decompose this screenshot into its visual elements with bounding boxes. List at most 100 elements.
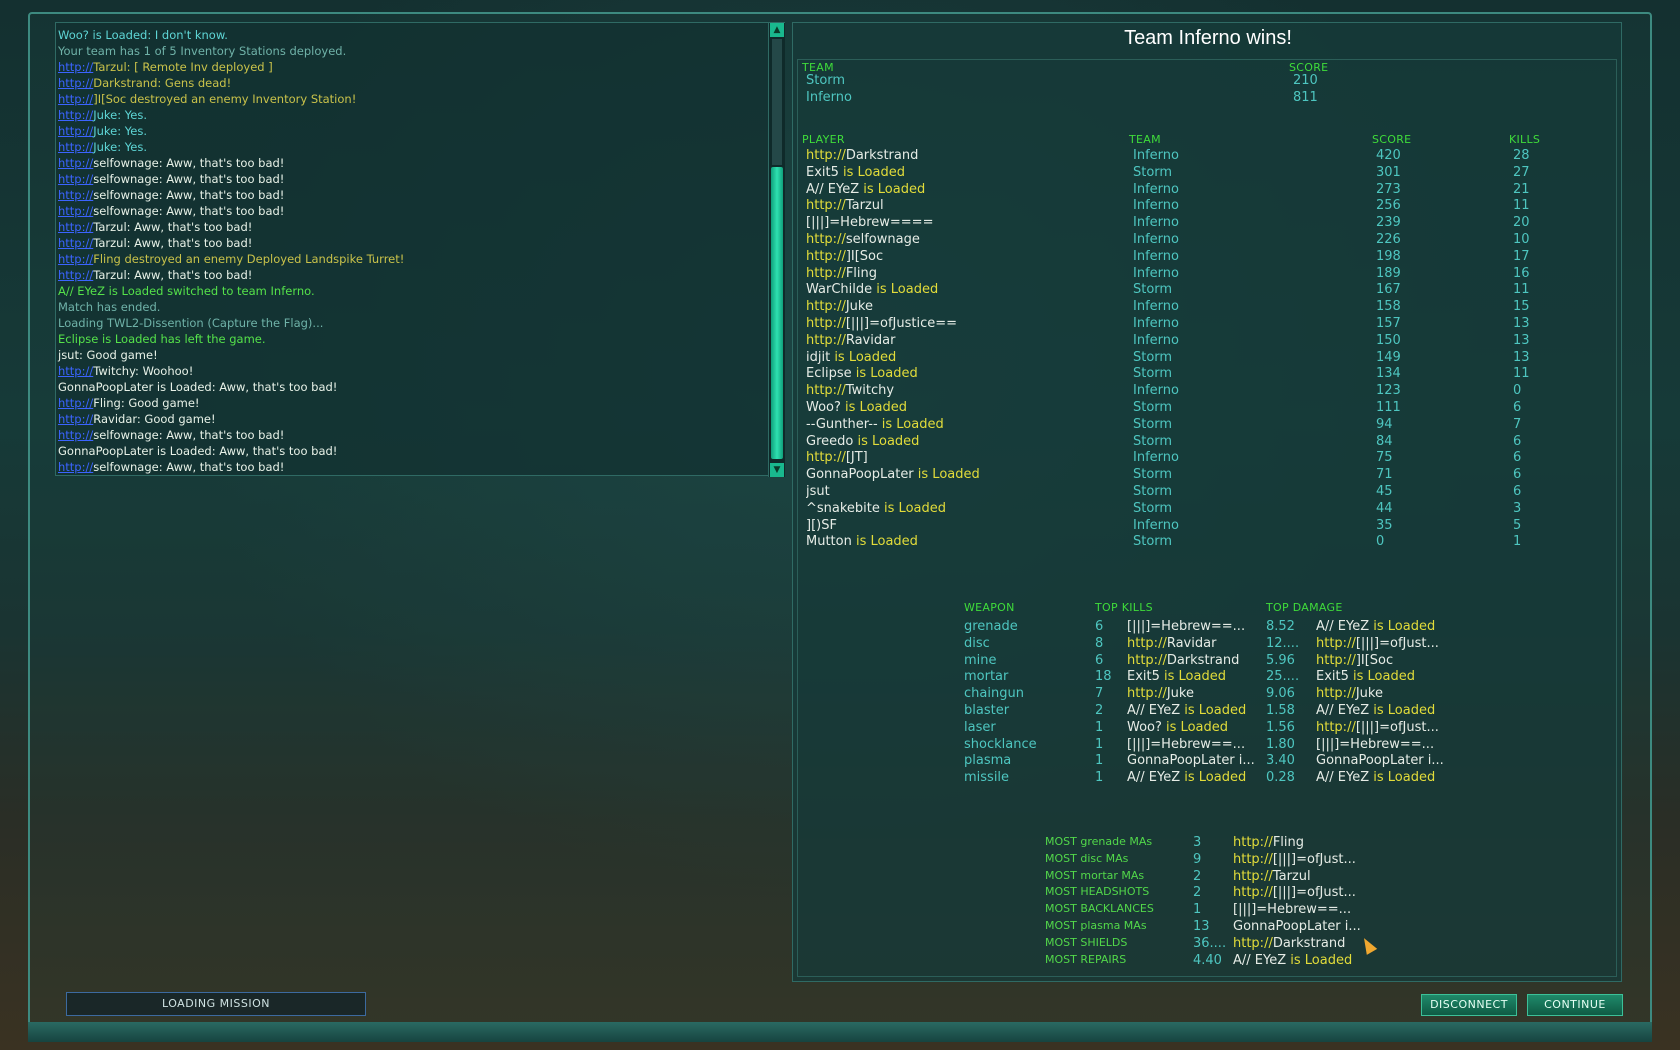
chat-line: http://selfownage: Aww, that's too bad!	[58, 171, 768, 187]
player-name-suffix: is Loaded	[877, 416, 944, 432]
player-name: GonnaPoopLater is Loaded	[806, 467, 1126, 482]
weapon-name: blaster	[964, 703, 1010, 718]
player-name-name: ^snakebite	[806, 500, 880, 516]
chat-line-prefix-link[interactable]: http://	[58, 108, 93, 122]
player-score: 75	[1376, 450, 1393, 466]
chat-line-text: Tarzul: Aww, that's too bad!	[93, 220, 253, 234]
chat-line: http://selfownage: Aww, that's too bad!	[58, 459, 768, 475]
continue-button[interactable]: CONTINUE	[1527, 994, 1623, 1016]
weapon-top-kills-count: 1	[1095, 736, 1104, 752]
top-kills-header: TOP KILLS	[1095, 601, 1153, 614]
chat-line-prefix-link[interactable]: http://	[58, 236, 93, 250]
weapon-top-killer-suffix: is Loaded	[1161, 719, 1228, 735]
chat-line-prefix-link[interactable]: http://	[58, 428, 93, 442]
award-value: 13	[1193, 919, 1210, 934]
chat-line: http://selfownage: Aww, that's too bad!	[58, 187, 768, 203]
player-name: http://Juke	[806, 299, 1126, 314]
player-team: Inferno	[1133, 148, 1179, 163]
player-name-prefix: http://	[806, 148, 846, 163]
chat-line-prefix-link[interactable]: http://	[58, 140, 93, 154]
weapon-top-killer-suffix: is Loaded	[1180, 703, 1247, 718]
chat-line: http://selfownage: Aww, that's too bad!	[58, 155, 768, 171]
player-kills-header: KILLS	[1509, 133, 1541, 146]
player-name-name: --Gunther--	[806, 416, 878, 432]
player-team: Storm	[1133, 500, 1173, 516]
chat-line-text: Your team has 1 of 5 Inventory Stations …	[58, 44, 347, 58]
chat-line: GonnaPoopLater is Loaded: Aww, that's to…	[58, 443, 768, 459]
chat-line-prefix-link[interactable]: http://	[58, 252, 93, 266]
weapon-top-damager-name: [|||]=ofJust...	[1355, 635, 1439, 651]
player-team: Inferno	[1133, 248, 1179, 264]
weapon-top-killer: GonnaPoopLater i...	[1127, 753, 1263, 768]
chat-line-prefix-link[interactable]: http://	[58, 412, 93, 426]
chat-scrollbar[interactable]: ▲ ▼	[768, 23, 785, 477]
window-frame-bottom	[28, 1022, 1652, 1042]
weapon-top-damager: [|||]=Hebrew==...	[1316, 737, 1456, 752]
player-name-name: jsut	[806, 484, 830, 499]
chat-line-prefix-link[interactable]: http://	[58, 204, 93, 218]
player-kills: 13	[1513, 316, 1530, 331]
weapon-top-killer-name: A// EYeZ	[1127, 770, 1181, 786]
player-name: --Gunther-- is Loaded	[806, 417, 1126, 432]
chat-line-text: selfownage: Aww, that's too bad!	[93, 460, 285, 474]
weapon-top-damager: A// EYeZ is Loaded	[1316, 770, 1456, 785]
player-kills: 6	[1513, 484, 1522, 499]
chat-line-prefix-link[interactable]: http://	[58, 156, 93, 170]
chat-line-prefix-link[interactable]: http://	[58, 220, 93, 234]
player-name: http://[|||]=ofJustice==	[806, 316, 1126, 331]
chat-line-prefix-link[interactable]: http://	[58, 172, 93, 186]
scroll-up-arrow-icon[interactable]: ▲	[770, 23, 784, 37]
award-label: MOST grenade MAs	[1045, 835, 1153, 848]
chat-line-prefix-link[interactable]: http://	[58, 268, 93, 282]
player-team-header: TEAM	[1129, 133, 1161, 146]
chat-log: Woo? is Loaded: I don't know. Your team h…	[58, 27, 768, 475]
player-name-name: Mutton	[806, 534, 852, 550]
award-label: MOST plasma MAs	[1045, 919, 1147, 932]
scroll-down-arrow-icon[interactable]: ▼	[770, 463, 784, 477]
player-score: 111	[1376, 400, 1401, 415]
player-kills: 5	[1513, 517, 1522, 533]
weapon-top-killer-name: Juke	[1166, 686, 1194, 702]
chat-line-prefix-link[interactable]: http://	[58, 92, 93, 106]
award-winner-name: Darkstrand	[1272, 935, 1346, 951]
player-name-prefix: http://	[806, 265, 846, 281]
player-name-name: Juke	[845, 299, 873, 315]
weapon-name: grenade	[964, 619, 1018, 634]
weapon-top-damage-value: 12....	[1266, 635, 1300, 651]
scrollbar-track[interactable]	[772, 39, 782, 165]
disconnect-button[interactable]: DISCONNECT	[1421, 994, 1517, 1016]
weapon-name: laser	[964, 719, 996, 735]
chat-line-prefix-link[interactable]: http://	[58, 60, 93, 74]
chat-line-prefix-link[interactable]: http://	[58, 364, 93, 378]
player-name: A// EYeZ is Loaded	[806, 182, 1126, 197]
player-score: 94	[1376, 416, 1393, 432]
player-name: http://selfownage	[806, 232, 1126, 247]
weapon-top-killer: A// EYeZ is Loaded	[1127, 703, 1263, 718]
scrollbar-thumb[interactable]	[771, 167, 783, 459]
chat-line-prefix-link[interactable]: http://	[58, 396, 93, 410]
weapon-top-damager-prefix: http://	[1316, 635, 1356, 651]
chat-line-prefix-link[interactable]: http://	[58, 124, 93, 138]
chat-line: GonnaPoopLater is Loaded: Aww, that's to…	[58, 379, 768, 395]
player-team: Storm	[1133, 484, 1173, 499]
team-name: Storm	[806, 73, 846, 88]
player-score: 44	[1376, 500, 1393, 516]
chat-line-prefix-link[interactable]: http://	[58, 460, 93, 474]
weapon-top-killer-name: A// EYeZ	[1127, 703, 1181, 718]
player-name: Eclipse is Loaded	[806, 366, 1126, 381]
weapon-top-damager-name: [|||]=Hebrew==...	[1316, 736, 1435, 752]
weapon-top-damager-name: [|||]=ofJust...	[1355, 719, 1439, 735]
chat-line-text: selfownage: Aww, that's too bad!	[93, 204, 285, 218]
player-team: Inferno	[1133, 450, 1179, 466]
top-damage-header: TOP DAMAGE	[1266, 601, 1343, 614]
player-name-name: Twitchy	[845, 383, 895, 399]
player-score: 226	[1376, 232, 1401, 247]
weapon-top-damage-value: 5.96	[1266, 652, 1295, 668]
chat-line-prefix-link[interactable]: http://	[58, 188, 93, 202]
player-team: Storm	[1133, 433, 1173, 449]
player-score: 273	[1376, 181, 1401, 197]
weapon-top-killer-prefix: http://	[1127, 635, 1167, 651]
award-winner-name: [|||]=ofJust...	[1272, 885, 1356, 901]
player-name-prefix: http://	[806, 299, 846, 315]
chat-line-prefix-link[interactable]: http://	[58, 76, 93, 90]
